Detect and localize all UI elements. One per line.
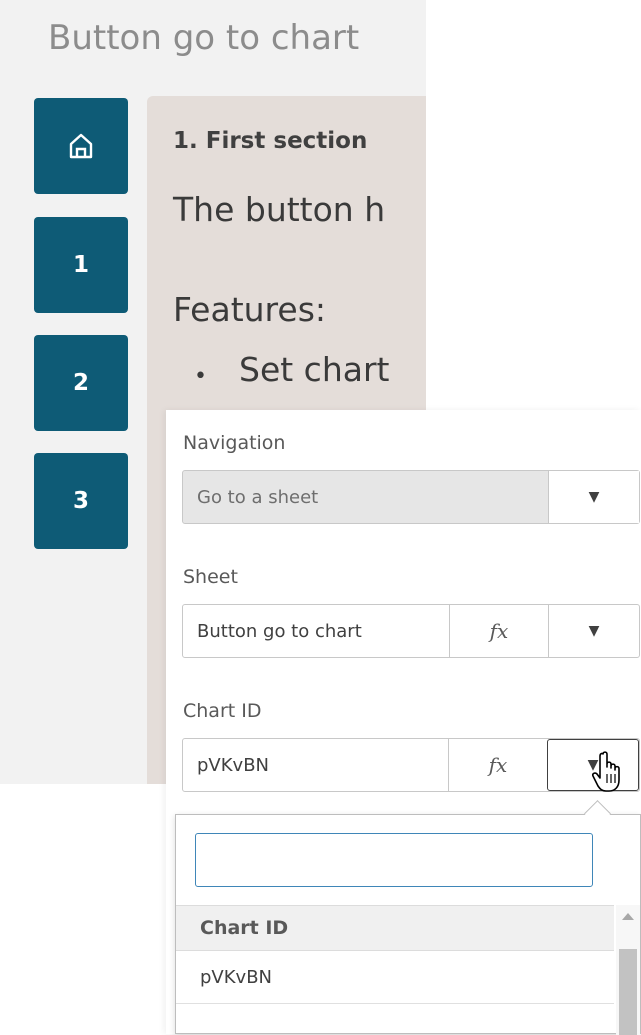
content-line: The button h	[173, 190, 386, 229]
navigation-dropdown-button[interactable]: ▼	[548, 471, 639, 523]
section-title: 1. First section	[173, 128, 368, 154]
chart-id-value: pVKvBN	[197, 754, 270, 776]
fx-icon: fx	[489, 619, 509, 643]
sheet-dropdown-button[interactable]: ▼	[548, 605, 639, 657]
sheet-expression-button[interactable]: fx	[449, 605, 548, 657]
nav-button-1[interactable]: 1	[34, 217, 128, 313]
chart-id-dropdown-list: Chart ID pVKvBN	[175, 814, 641, 1035]
sheet-label: Sheet	[183, 566, 238, 588]
navigation-value: Go to a sheet	[197, 486, 319, 508]
scroll-up-icon[interactable]	[622, 913, 634, 920]
nav-button-3[interactable]: 3	[34, 453, 128, 549]
caret-down-icon: ▼	[588, 489, 600, 505]
nav-button-2[interactable]: 2	[34, 335, 128, 431]
sheet-select[interactable]: Button go to chart fx ▼	[182, 604, 640, 658]
home-button[interactable]	[34, 98, 128, 194]
dropdown-search-input[interactable]	[195, 833, 593, 887]
features-heading: Features:	[173, 290, 327, 329]
navigation-select[interactable]: Go to a sheet ▼	[182, 470, 640, 524]
list-header: Chart ID	[176, 905, 614, 951]
fx-icon: fx	[488, 753, 508, 777]
scrollbar-thumb[interactable]	[619, 949, 637, 1035]
list-item[interactable]: pVKvBN	[176, 952, 614, 1004]
sheet-value: Button go to chart	[197, 620, 362, 642]
navigation-label: Navigation	[183, 432, 286, 454]
caret-down-icon: ▼	[588, 623, 600, 639]
chart-id-label: Chart ID	[183, 700, 262, 722]
chart-id-expression-button[interactable]: fx	[448, 739, 547, 791]
sheet-title: Button go to chart	[48, 18, 360, 58]
bullet-icon: •	[194, 364, 207, 389]
hand-cursor-icon	[592, 751, 620, 792]
bullet-text: Set chart	[239, 350, 390, 389]
chart-id-select[interactable]: pVKvBN fx ▼	[182, 738, 640, 792]
home-icon	[69, 133, 93, 159]
scrollbar[interactable]	[616, 905, 640, 1035]
